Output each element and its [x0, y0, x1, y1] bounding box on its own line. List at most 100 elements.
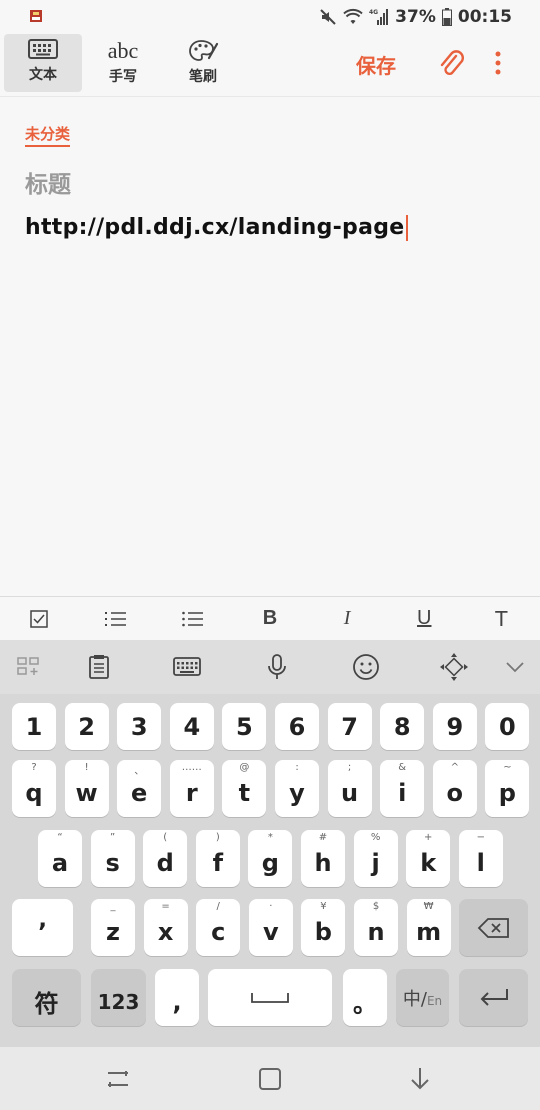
more-options-icon[interactable]: [488, 48, 508, 78]
key-f[interactable]: ) f: [195, 830, 240, 887]
emoji-icon: [353, 654, 379, 680]
key-apostrophe[interactable]: ’: [12, 899, 73, 956]
underline-button[interactable]: U: [404, 601, 444, 637]
recent-apps-icon[interactable]: [104, 1065, 132, 1093]
clipboard-icon: [89, 655, 109, 679]
key-p[interactable]: ~ p: [485, 760, 530, 817]
period-key[interactable]: 。: [343, 969, 387, 1026]
svg-text:4G: 4G: [369, 9, 378, 16]
mode-handwriting-button[interactable]: abc 手写: [84, 34, 162, 92]
key-4[interactable]: 4: [169, 703, 214, 750]
numbered-list-icon: [104, 611, 126, 626]
key-7[interactable]: 7: [327, 703, 372, 750]
key-q[interactable]: ? q: [12, 760, 56, 817]
key-hint: ^: [450, 762, 459, 773]
key-label: v: [262, 917, 279, 946]
battery-percent: 37%: [395, 7, 436, 27]
mode-text-button[interactable]: 文本: [4, 34, 82, 92]
key-s[interactable]: ” s: [90, 830, 135, 887]
emoji-button[interactable]: [349, 650, 383, 684]
key-r[interactable]: …… r: [169, 760, 214, 817]
key-label: x: [157, 917, 174, 946]
key-j[interactable]: % j: [353, 830, 398, 887]
chevron-down-icon: [506, 662, 524, 673]
key-u[interactable]: ; u: [327, 760, 372, 817]
clipboard-button[interactable]: [82, 650, 116, 684]
navigation-bar: [0, 1047, 540, 1110]
key-g[interactable]: * g: [248, 830, 293, 887]
key-z[interactable]: _ z: [91, 899, 135, 956]
signal-icon: 4G: [369, 9, 389, 25]
key-8[interactable]: 8: [380, 703, 425, 750]
key-0[interactable]: 0: [485, 703, 530, 750]
key-l[interactable]: − l: [458, 830, 503, 887]
key-w[interactable]: ! w: [64, 760, 109, 817]
key-label: k: [420, 848, 437, 877]
note-editor[interactable]: 未分类 标题 http://pdl.ddj.cx/landing-page: [0, 96, 540, 596]
bullet-list-icon: [182, 611, 203, 626]
home-icon[interactable]: [256, 1065, 284, 1093]
key-hint: =: [161, 901, 170, 912]
comma-key[interactable]: ,: [155, 969, 199, 1026]
keyboard-switch-button[interactable]: [170, 650, 204, 684]
hide-keyboard-button[interactable]: [498, 650, 532, 684]
key-hint: #: [318, 832, 328, 843]
key-a[interactable]: “a: [38, 830, 82, 887]
key-3[interactable]: 3: [117, 703, 162, 750]
key-1[interactable]: 1: [12, 703, 56, 750]
bullet-list-button[interactable]: [173, 601, 213, 637]
numbered-list-button[interactable]: [96, 601, 136, 637]
status-right: 4G 37% 00:15: [319, 5, 512, 29]
space-key[interactable]: [208, 969, 332, 1026]
key-label: q: [25, 778, 43, 807]
numbers-key[interactable]: 123: [91, 969, 146, 1026]
key-d[interactable]: (d: [143, 830, 188, 887]
save-button[interactable]: 保存: [356, 50, 396, 79]
key-i[interactable]: & i: [380, 760, 425, 817]
key-label: 1: [25, 712, 43, 741]
key-5[interactable]: 5: [222, 703, 267, 750]
key-hint: ;: [347, 762, 352, 773]
key-k[interactable]: + k: [406, 830, 451, 887]
layout-button[interactable]: [12, 650, 46, 684]
key-c[interactable]: / c: [196, 899, 241, 956]
key-x[interactable]: = x: [143, 899, 188, 956]
key-t[interactable]: @ t: [222, 760, 267, 817]
wifi-icon: [343, 8, 363, 24]
key-b[interactable]: ¥ b: [301, 899, 346, 956]
key-m[interactable]: ₩ m: [406, 899, 451, 956]
backspace-key[interactable]: [459, 899, 528, 956]
title-field[interactable]: 标题: [25, 165, 71, 199]
key-hint: *: [267, 832, 273, 843]
key-h[interactable]: # h: [301, 830, 345, 887]
key-o[interactable]: ^ o: [432, 760, 477, 817]
key-6[interactable]: 6: [275, 703, 319, 750]
key-label: 0: [499, 712, 516, 741]
key-v[interactable]: · v: [248, 899, 293, 956]
bold-button[interactable]: B: [250, 601, 290, 637]
key-9[interactable]: 9: [432, 703, 477, 750]
key-y[interactable]: :y: [275, 760, 319, 817]
key-label: 7: [341, 712, 358, 741]
note-body[interactable]: http://pdl.ddj.cx/landing-page: [25, 215, 408, 241]
voice-input-button[interactable]: [260, 650, 294, 684]
enter-key[interactable]: [459, 969, 528, 1026]
italic-button[interactable]: I: [327, 601, 367, 637]
attach-icon[interactable]: [436, 48, 464, 78]
symbols-key[interactable]: 符: [12, 969, 81, 1026]
mode-brush-button[interactable]: 笔刷: [164, 34, 242, 92]
key-hint: _: [110, 901, 116, 912]
back-icon[interactable]: [406, 1065, 434, 1093]
checkbox-button[interactable]: [19, 601, 59, 637]
cursor-move-button[interactable]: [437, 650, 471, 684]
key-label: w: [75, 778, 98, 807]
grid-add-icon: [17, 657, 39, 675]
key-n[interactable]: $ n: [354, 899, 398, 956]
key-label: 9: [446, 712, 464, 741]
text-color-button[interactable]: T: [481, 601, 521, 637]
language-switch-key[interactable]: 中/En: [396, 969, 449, 1026]
key-e[interactable]: 、 e: [117, 760, 162, 817]
move-arrows-icon: [440, 653, 468, 681]
key-2[interactable]: 2: [64, 703, 109, 750]
category-link[interactable]: 未分类: [25, 123, 71, 147]
